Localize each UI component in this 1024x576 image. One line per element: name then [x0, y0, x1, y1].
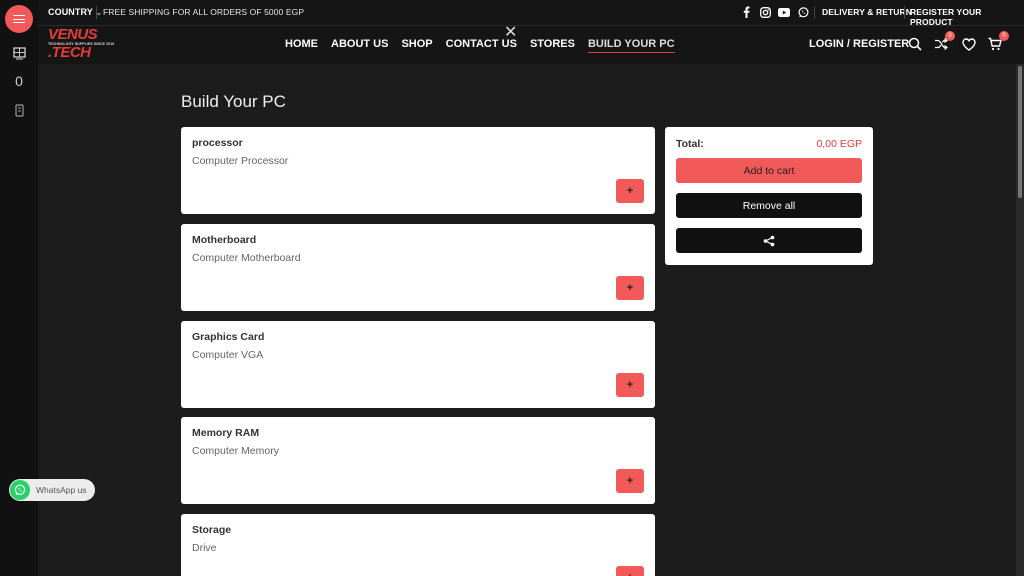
nav-stores[interactable]: STORES [530, 38, 575, 53]
whatsapp-chat-button[interactable]: WhatsApp us [9, 479, 95, 501]
component-card-motherboard: Motherboard Computer Motherboard + [181, 224, 655, 311]
nav-build-your-pc[interactable]: BUILD YOUR PC [587, 38, 675, 53]
nav-home[interactable]: HOME [285, 38, 318, 53]
close-icon[interactable]: ✕ [504, 22, 517, 42]
search-icon[interactable] [907, 36, 923, 52]
component-name: Memory RAM [192, 427, 260, 439]
compare-icon[interactable]: 0 [933, 31, 955, 52]
total-value: 0,00 EGP [816, 138, 862, 150]
add-component-button[interactable]: + [616, 373, 644, 397]
component-description: Drive [192, 542, 217, 554]
cart-icon[interactable]: 0 [987, 31, 1009, 52]
compare-count-badge: 0 [945, 31, 955, 41]
main-content: Build Your PC processor Computer Process… [38, 64, 1024, 576]
component-card-processor: processor Computer Processor + [181, 127, 655, 214]
total-label: Total: [676, 138, 704, 150]
delivery-return-link[interactable]: DELIVERY & RETURN [822, 7, 912, 17]
heart-icon[interactable] [961, 36, 977, 52]
logo-line-2: .TECH [48, 44, 91, 61]
cart-count-badge: 0 [999, 31, 1009, 41]
whatsapp-icon[interactable] [797, 5, 809, 19]
scrollbar-thumb[interactable] [1018, 66, 1022, 198]
share-button[interactable] [676, 228, 862, 253]
divider [814, 6, 815, 19]
component-card-memory-ram: Memory RAM Computer Memory + [181, 417, 655, 504]
whatsapp-label: WhatsApp us [36, 485, 87, 495]
page-title: Build Your PC [181, 92, 286, 111]
component-description: Computer Memory [192, 445, 279, 457]
add-component-button[interactable]: + [616, 276, 644, 300]
register-product-link[interactable]: REGISTER YOUR PRODUCT [910, 7, 1024, 27]
top-bar: COUNTRY ⌄ FREE SHIPPING FOR ALL ORDERS O… [38, 0, 1024, 27]
device-icon[interactable] [11, 102, 27, 118]
country-label: COUNTRY [48, 7, 93, 17]
share-icon [763, 235, 775, 246]
component-name: Motherboard [192, 234, 257, 246]
component-description: Computer VGA [192, 349, 264, 361]
page: 0 COUNTRY ⌄ FREE SHIPPING FOR ALL ORDERS… [0, 0, 1024, 576]
scrollbar[interactable] [1016, 64, 1024, 576]
add-component-button[interactable]: + [616, 469, 644, 493]
facebook-icon[interactable] [740, 5, 752, 19]
component-description: Computer Motherboard [192, 252, 301, 264]
instagram-icon[interactable] [759, 5, 771, 19]
add-component-button[interactable]: + [616, 179, 644, 203]
component-name: Graphics Card [192, 331, 265, 343]
component-card-graphics-card: Graphics Card Computer VGA + [181, 321, 655, 408]
component-description: Computer Processor [192, 155, 289, 167]
nav-shop[interactable]: SHOP [401, 38, 432, 53]
main-header: VENUS TECHNOLOGY SUPPLIES SINCE 2019 .TE… [38, 24, 1024, 64]
hamburger-icon [13, 15, 25, 23]
menu-button[interactable] [5, 5, 33, 33]
whatsapp-icon [10, 480, 30, 500]
login-register-link[interactable]: LOGIN / REGISTER [809, 38, 909, 50]
add-component-button[interactable]: + [616, 566, 644, 576]
component-card-storage: Storage Drive + [181, 514, 655, 576]
youtube-icon[interactable] [778, 5, 790, 19]
rail-count[interactable]: 0 [11, 73, 27, 89]
social-links [740, 5, 809, 19]
logo-line-1: VENUS [48, 26, 98, 43]
component-name: Storage [192, 524, 232, 536]
build-summary: Total: 0,00 EGP Add to cart Remove all [665, 127, 873, 265]
grid-icon[interactable] [11, 45, 27, 61]
component-name: processor [192, 137, 243, 149]
country-selector[interactable]: COUNTRY ⌄ [48, 7, 102, 17]
remove-all-button[interactable]: Remove all [676, 193, 862, 218]
nav-about-us[interactable]: ABOUT US [331, 38, 388, 53]
shipping-notice: FREE SHIPPING FOR ALL ORDERS OF 5000 EGP [103, 7, 305, 17]
main-nav: HOME ABOUT US SHOP CONTACT US STORES BUI… [285, 38, 688, 53]
divider [904, 6, 905, 19]
divider [96, 6, 97, 19]
add-to-cart-button[interactable]: Add to cart [676, 158, 862, 183]
site-logo[interactable]: VENUS TECHNOLOGY SUPPLIES SINCE 2019 .TE… [48, 26, 114, 62]
